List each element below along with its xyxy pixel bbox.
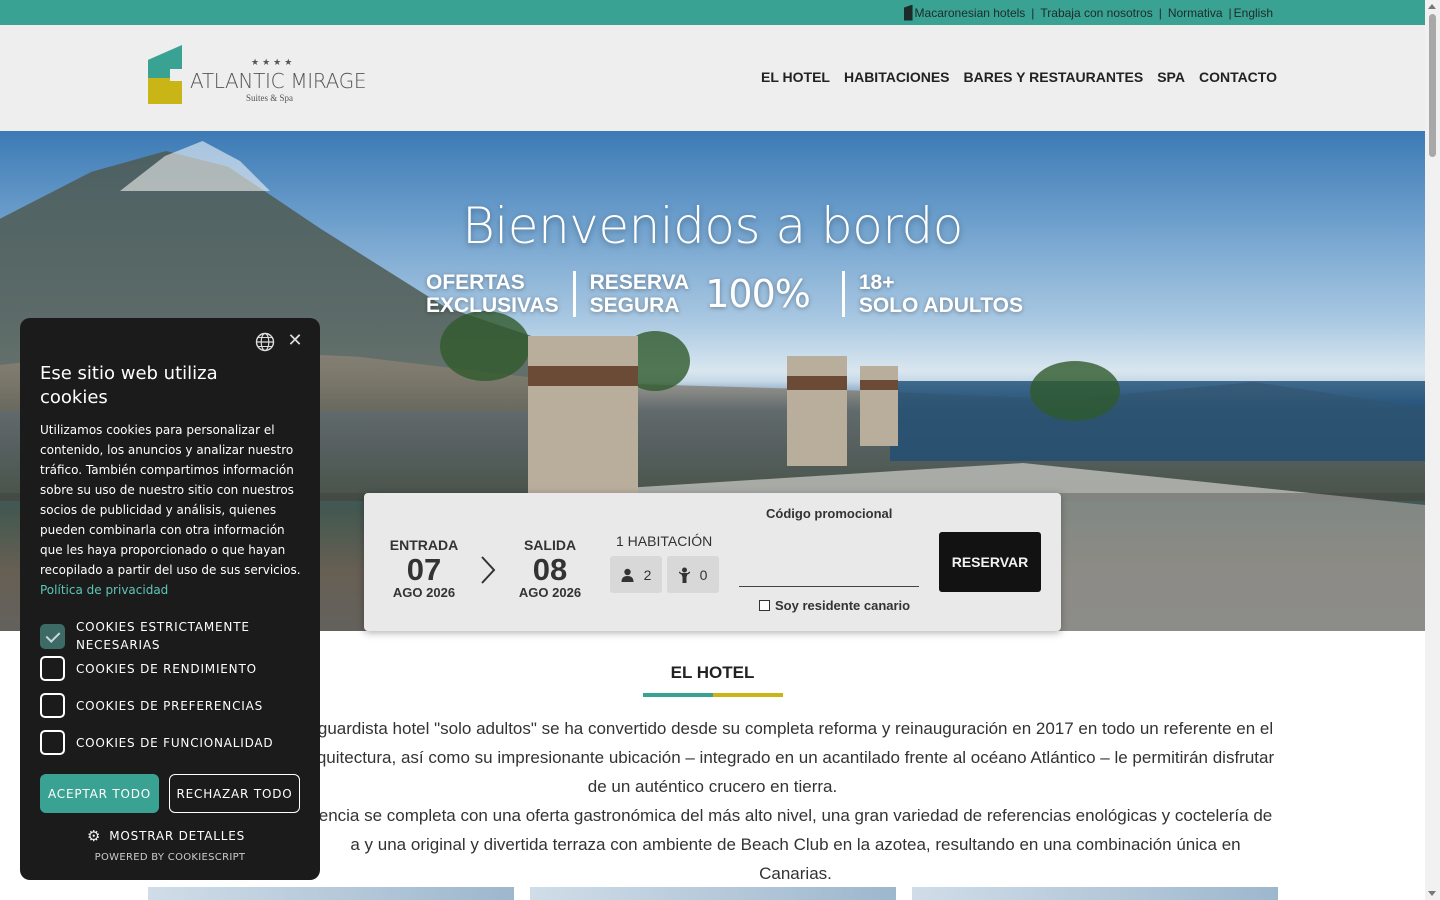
reject-all-button[interactable]: RECHAZAR TODO [169, 774, 300, 813]
badge-divider [841, 271, 845, 317]
nav-item-hotel[interactable]: EL HOTEL [761, 69, 830, 85]
checkout-date[interactable]: SALIDA 08 AGO 2026 [510, 537, 590, 600]
checkbox-icon [40, 656, 65, 681]
title-underline [643, 693, 783, 697]
separator: | [1031, 5, 1035, 20]
badge-divider [572, 271, 576, 317]
hotel-gallery [148, 887, 1278, 900]
gallery-image[interactable] [148, 887, 514, 900]
hero-chimney [787, 356, 847, 466]
page-scrollbar[interactable] [1425, 0, 1440, 900]
checkbox-icon [759, 600, 770, 611]
nav-item-habitaciones[interactable]: HABITACIONES [844, 69, 950, 85]
logo-stars: ★★★★ [251, 57, 296, 67]
badge-secure: RESERVA SEGURA [589, 271, 690, 317]
gallery-image[interactable] [912, 887, 1278, 900]
top-bar: Macaronesian hotels | Trabaja con nosotr… [0, 0, 1425, 25]
booking-widget: ENTRADA 07 AGO 2026 SALIDA 08 AGO 2026 1… [364, 493, 1061, 631]
site-header: ★★★★ ATLANTIC MIRAGE Suites & Spa EL HOT… [0, 25, 1425, 131]
reserve-button[interactable]: RESERVAR [939, 532, 1041, 592]
language-globe-icon[interactable] [255, 332, 275, 352]
promo-code-input[interactable] [739, 553, 919, 587]
gear-icon: ⚙ [87, 827, 102, 845]
checkbox-icon [40, 730, 65, 755]
separator: | [1228, 5, 1232, 20]
cookie-option-necessary[interactable]: COOKIES ESTRICTAMENTE NECESARIAS [40, 618, 320, 654]
rooms-selector[interactable]: 1 HABITACIÓN [616, 533, 712, 549]
macaronesian-logo-icon [903, 4, 913, 21]
cookie-option-functionality[interactable]: COOKIES DE FUNCIONALIDAD [40, 730, 273, 755]
children-selector[interactable]: 0 [667, 556, 719, 593]
logo-mark-icon [148, 45, 182, 105]
cookie-title: Ese sitio web utiliza cookies [40, 363, 218, 408]
main-nav: EL HOTEL HABITACIONES BARES Y RESTAURANT… [761, 69, 1277, 85]
privacy-policy-link[interactable]: Política de privacidad [40, 583, 168, 597]
hero-chimney [860, 366, 898, 446]
checkin-date[interactable]: ENTRADA 07 AGO 2026 [384, 537, 464, 600]
hero-palm [440, 311, 530, 381]
resident-checkbox[interactable]: Soy residente canario [759, 598, 910, 613]
adult-icon [621, 568, 634, 582]
nav-item-bares[interactable]: BARES Y RESTAURANTES [964, 69, 1144, 85]
hero-palm [1030, 361, 1120, 421]
scroll-up-icon[interactable] [1428, 4, 1436, 9]
separator: | [1158, 5, 1162, 20]
hero-chimney [528, 336, 638, 501]
hotel-logo[interactable]: ★★★★ ATLANTIC MIRAGE Suites & Spa [148, 45, 367, 107]
hero-badges: OFERTAS EXCLUSIVAS RESERVA SEGURA 100% 1… [426, 271, 1023, 317]
hero-title: Bienvenidos a bordo [462, 197, 963, 255]
logo-name: ATLANTIC MIRAGE [190, 69, 367, 93]
promo-code-label: Código promocional [766, 506, 893, 521]
topbar-link-jobs[interactable]: Trabaja con nosotros [1040, 6, 1152, 20]
cookie-description: Utilizamos cookies para personalizar el … [40, 423, 301, 597]
close-icon[interactable]: ✕ [287, 332, 303, 350]
logo-subtitle: Suites & Spa [246, 93, 294, 103]
topbar-link-normativa[interactable]: Normativa [1168, 6, 1223, 20]
show-details-button[interactable]: ⚙ MOSTRAR DETALLES [87, 827, 245, 845]
adults-selector[interactable]: 2 [610, 556, 662, 593]
badge-adults: 18+ SOLO ADULTOS [858, 271, 1023, 317]
badge-100: 100% [705, 272, 811, 316]
nav-item-spa[interactable]: SPA [1157, 69, 1185, 85]
cookie-dialog: ✕ Ese sitio web utiliza cookies Utilizam… [20, 318, 320, 880]
accept-all-button[interactable]: ACEPTAR TODO [40, 774, 159, 813]
hero-ocean [890, 381, 1425, 461]
nav-item-contacto[interactable]: CONTACTO [1199, 69, 1277, 85]
checkbox-checked-icon [40, 623, 65, 649]
child-icon [678, 567, 690, 583]
badge-exclusive: OFERTAS EXCLUSIVAS [426, 271, 559, 317]
scroll-thumb[interactable] [1429, 14, 1436, 157]
cookie-option-performance[interactable]: COOKIES DE RENDIMIENTO [40, 656, 257, 681]
cookie-option-preferences[interactable]: COOKIES DE PREFERENCIAS [40, 693, 263, 718]
topbar-link-macaronesian[interactable]: Macaronesian hotels [903, 4, 1025, 21]
arrow-right-icon [481, 556, 496, 584]
powered-by-label[interactable]: POWERED BY COOKIESCRIPT [20, 852, 320, 863]
scroll-down-icon[interactable] [1428, 891, 1436, 896]
checkbox-icon [40, 693, 65, 718]
topbar-link-english[interactable]: English [1234, 6, 1273, 20]
gallery-image[interactable] [530, 887, 896, 900]
